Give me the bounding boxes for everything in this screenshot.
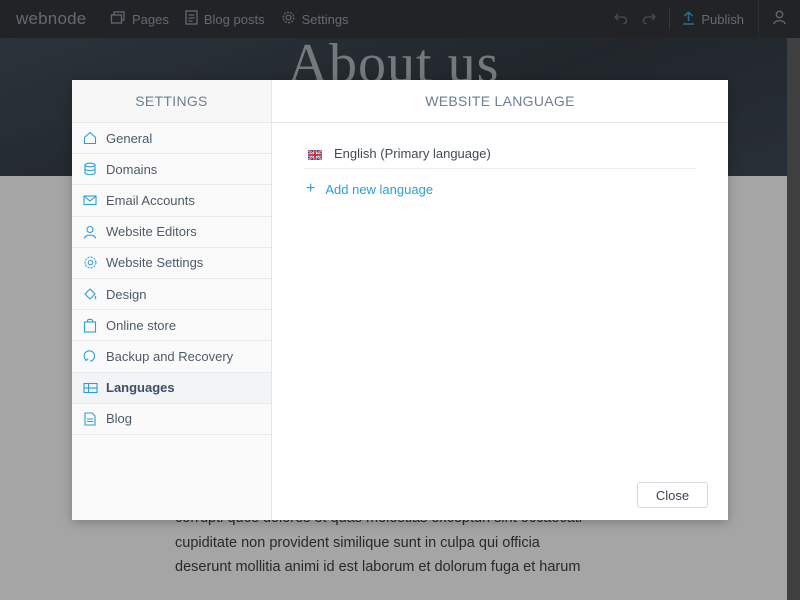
document-icon	[82, 411, 98, 427]
redo-icon	[642, 12, 657, 27]
undo-icon	[614, 12, 628, 27]
sidebar-item-design[interactable]: Design	[72, 279, 271, 311]
redo-button[interactable]	[635, 0, 663, 38]
sidebar-item-backup-and-recovery[interactable]: Backup and Recovery	[72, 341, 271, 373]
sidebar-item-domains[interactable]: Domains	[72, 154, 271, 186]
publish-label: Publish	[701, 11, 744, 27]
language-panel: WEBSITE LANGUAGE English (Primary langua…	[272, 80, 728, 520]
plus-icon: +	[306, 180, 316, 197]
settings-modal: SETTINGS General Domains Email Accounts	[72, 80, 728, 520]
sidebar-item-label: Online store	[106, 317, 177, 333]
sidebar-item-website-settings[interactable]: Website Settings	[72, 248, 271, 279]
sidebar-item-website-editors[interactable]: Website Editors	[72, 217, 271, 248]
sidebar-item-label: General	[106, 130, 153, 146]
sidebar-item-label: Email Accounts	[106, 192, 195, 208]
sidebar-item-label: Domains	[106, 161, 158, 177]
sidebar-item-label: Design	[106, 286, 147, 302]
language-row[interactable]: English (Primary language)	[304, 138, 696, 169]
blog-posts-icon	[185, 10, 204, 28]
sidebar-item-label: Website Editors	[106, 224, 197, 240]
user-icon	[773, 10, 786, 28]
webnode-logo[interactable]: webnode	[16, 9, 94, 29]
toolbar-divider	[669, 8, 671, 30]
nav-blog-posts-label: Blog posts	[203, 11, 265, 27]
close-button[interactable]: Close	[637, 482, 708, 508]
sidebar-item-online-store[interactable]: Online store	[72, 310, 271, 342]
home-icon	[82, 130, 98, 146]
languages-icon	[82, 380, 98, 396]
database-icon	[82, 161, 98, 177]
sidebar-item-email-accounts[interactable]: Email Accounts	[72, 185, 271, 217]
nav-pages-label: Pages	[132, 11, 169, 27]
settings-sidebar: SETTINGS General Domains Email Accounts	[72, 80, 272, 520]
upload-icon	[682, 10, 701, 28]
sidebar-item-label: Website Settings	[106, 255, 204, 271]
sidebar-item-blog[interactable]: Blog	[72, 404, 271, 435]
page-scrollbar[interactable]	[787, 38, 800, 600]
account-button[interactable]	[758, 0, 800, 38]
shopping-bag-icon	[82, 317, 98, 333]
gear-icon	[281, 10, 302, 28]
nav-blog-posts[interactable]: Blog posts	[185, 10, 265, 28]
settings-menu: General Domains Email Accounts Website E…	[72, 123, 271, 435]
undo-button[interactable]	[607, 0, 635, 38]
body-line: cupiditate non provident similique sunt …	[175, 534, 540, 551]
envelope-icon	[82, 192, 98, 208]
sidebar-item-label: Languages	[106, 380, 175, 396]
body-line: deserunt mollitia animi id est laborum e…	[175, 559, 581, 575]
gear-icon	[82, 255, 98, 271]
restore-icon	[82, 348, 98, 364]
nav-settings-label: Settings	[301, 11, 349, 27]
sidebar-item-general[interactable]: General	[72, 123, 271, 155]
add-language-link[interactable]: + Add new language	[306, 181, 433, 197]
sidebar-item-languages[interactable]: Languages	[72, 372, 271, 404]
user-icon	[82, 224, 98, 240]
language-label: English (Primary language)	[334, 145, 491, 161]
pages-icon	[110, 10, 132, 28]
paint-bucket-icon	[82, 286, 98, 302]
uk-flag-icon	[307, 148, 323, 161]
sidebar-item-label: Blog	[106, 411, 133, 427]
panel-title: WEBSITE LANGUAGE	[272, 80, 728, 123]
editor-topbar: webnode Pages Blog posts Settings Publis…	[0, 0, 800, 38]
sidebar-item-label: Backup and Recovery	[106, 348, 234, 364]
add-language-label: Add new language	[325, 181, 434, 197]
nav-pages[interactable]: Pages	[110, 10, 169, 28]
nav-settings[interactable]: Settings	[281, 10, 349, 28]
sidebar-title: SETTINGS	[72, 80, 271, 123]
publish-button[interactable]: Publish	[676, 0, 758, 38]
